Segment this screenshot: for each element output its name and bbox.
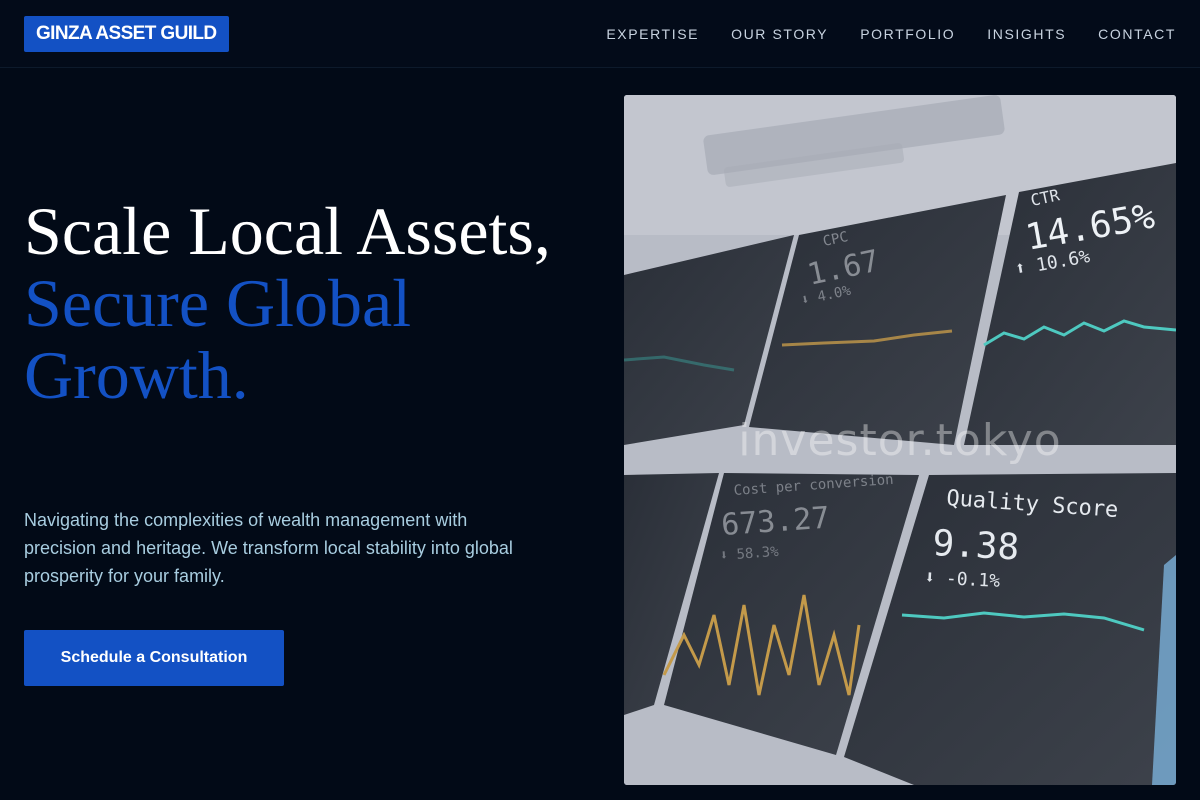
nav-link-portfolio[interactable]: PORTFOLIO <box>860 24 955 44</box>
image-watermark: investor.tokyo <box>738 415 1062 466</box>
nav-link-our-story[interactable]: OUR STORY <box>731 24 828 44</box>
main-nav: EXPERTISE OUR STORY PORTFOLIO INSIGHTS C… <box>606 24 1176 44</box>
nav-link-insights[interactable]: INSIGHTS <box>987 24 1066 44</box>
nav-link-contact[interactable]: CONTACT <box>1098 24 1176 44</box>
top-navigation-bar: GINZA ASSET GUILD EXPERTISE OUR STORY PO… <box>0 0 1200 68</box>
hero-title-line-1: Scale Local Assets, <box>24 193 551 269</box>
schedule-consultation-button[interactable]: Schedule a Consultation <box>24 630 284 686</box>
hero-title: Scale Local Assets, Secure Global Growth… <box>24 195 584 411</box>
panel-change-quality-score: ⬇ -0.1% <box>924 567 1001 592</box>
hero-image-analytics-dashboard: CTR 14.65% ⬆ 10.6% CPC 1.67 ⬇ 4.0% Cost … <box>624 95 1176 785</box>
panel-value-quality-score: 9.38 <box>932 523 1021 568</box>
hero-description: Navigating the complexities of wealth ma… <box>24 510 513 586</box>
brand-logo[interactable]: GINZA ASSET GUILD <box>24 16 229 52</box>
hero-title-line-2: Secure Global Growth. <box>24 265 412 413</box>
nav-link-expertise[interactable]: EXPERTISE <box>606 24 699 44</box>
